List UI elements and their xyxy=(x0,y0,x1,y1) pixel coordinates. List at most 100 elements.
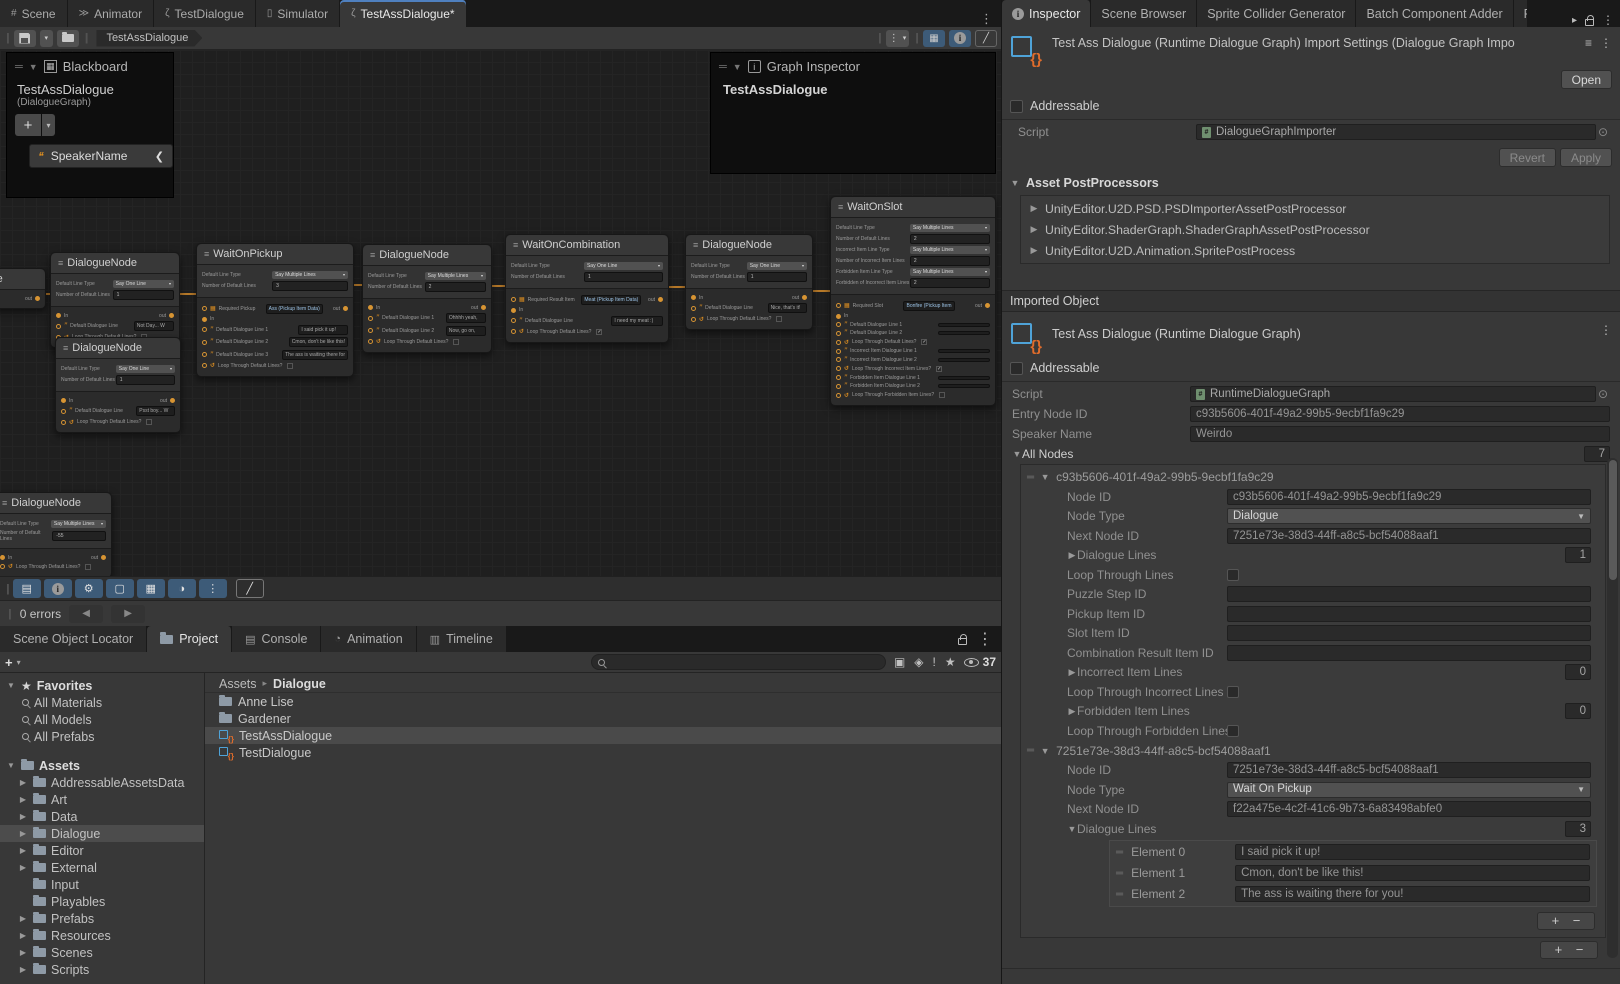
object-value[interactable]: Bonfire (Pickup Item xyxy=(903,301,954,311)
property-input[interactable]: -55 xyxy=(52,531,106,541)
field-value[interactable] xyxy=(938,323,990,327)
addressable-checkbox[interactable] xyxy=(1010,362,1023,375)
save-button[interactable] xyxy=(14,30,36,47)
field-value[interactable]: Not Day... W xyxy=(134,321,174,331)
graph-node-waitonslot[interactable]: ≡WaitOnSlotDefault Line TypeSay Multiple… xyxy=(830,196,996,406)
blackboard-property-speakername[interactable]: ‘‘ SpeakerName ❮ xyxy=(29,144,173,168)
value-port[interactable] xyxy=(202,363,207,368)
foldout-triangle-icon[interactable]: ▶ xyxy=(18,914,28,923)
input-port[interactable] xyxy=(56,313,61,318)
drag-handle-icon[interactable]: ═ xyxy=(1027,745,1034,756)
package-icon[interactable]: ◈ xyxy=(914,655,923,669)
tree-folder-editor[interactable]: ▶Editor xyxy=(0,842,204,859)
value-port[interactable] xyxy=(836,366,841,371)
value-port[interactable] xyxy=(511,329,516,334)
value-field[interactable] xyxy=(1227,606,1591,622)
foldout-triangle-icon[interactable]: ▶ xyxy=(18,846,28,855)
field-value[interactable]: Cmon, don't be like this! xyxy=(289,337,348,347)
output-port[interactable] xyxy=(658,297,663,302)
node-foldout-header[interactable]: ═▼c93b5606-401f-49a2-99b5-9ecbf1fa9c29 xyxy=(1021,467,1605,487)
value-port[interactable] xyxy=(368,316,373,321)
element-value-field[interactable]: I said pick it up! xyxy=(1235,844,1590,860)
alert-icon[interactable]: ! xyxy=(933,655,936,669)
foldout-triangle-icon[interactable]: ▶ xyxy=(1029,203,1039,214)
window-button[interactable]: ▢ xyxy=(106,579,134,598)
property-dropdown[interactable]: Say Multiple Lines▾ xyxy=(272,271,348,279)
file-annelise[interactable]: Anne Lise xyxy=(205,693,1001,710)
dock-kebab-icon[interactable]: ⋮ xyxy=(977,629,993,649)
inspector-tab-scenebrowser[interactable]: Scene Browser xyxy=(1091,0,1197,27)
panel-drag-handle[interactable]: ═ xyxy=(15,61,23,73)
value-port[interactable] xyxy=(0,564,5,569)
property-dropdown[interactable]: Say One Line▾ xyxy=(116,365,175,373)
tree-folder-prefabs[interactable]: ▶Prefabs xyxy=(0,910,204,927)
property-input[interactable]: 2 xyxy=(425,282,486,292)
collapse-triangle-icon[interactable]: ▼ xyxy=(29,62,38,72)
save-dropdown-button[interactable]: ▾ xyxy=(40,30,53,47)
value-field[interactable]: c93b5606-401f-49a2-99b5-9ecbf1fa9c29 xyxy=(1227,489,1591,505)
value-port[interactable] xyxy=(56,324,61,329)
checkbox[interactable] xyxy=(939,392,945,398)
node-collapse-icon[interactable]: ≡ xyxy=(838,202,843,212)
minimap-toggle-button[interactable]: ╱ xyxy=(975,30,997,47)
speaker-name-field[interactable]: Weirdo xyxy=(1190,426,1610,442)
node-collapse-icon[interactable]: ≡ xyxy=(370,250,375,260)
array-size-field[interactable]: 3 xyxy=(1565,821,1591,837)
next-error-button[interactable]: ▶ xyxy=(111,605,145,623)
checkbox[interactable] xyxy=(146,419,152,425)
checkbox[interactable] xyxy=(287,363,293,369)
breadcrumb-assets[interactable]: Assets xyxy=(219,677,257,691)
script-field[interactable]: # DialogueGraphImporter xyxy=(1196,124,1596,140)
postprocessor-item[interactable]: ▶UnityEditor.ShaderGraph.ShaderGraphAsse… xyxy=(1021,219,1609,240)
tree-folder-playables[interactable]: Playables xyxy=(0,893,204,910)
graph-node-dialoguenode[interactable]: ≡DialogueNodeDefault Line TypeSay Multip… xyxy=(362,244,492,353)
value-port[interactable] xyxy=(691,306,696,311)
checkbox[interactable] xyxy=(85,564,91,570)
file-testassdialogue[interactable]: {}TestAssDialogue xyxy=(205,727,1001,744)
output-port[interactable] xyxy=(985,303,990,308)
lock-icon[interactable] xyxy=(958,638,967,645)
checkbox[interactable]: ✓ xyxy=(596,329,602,335)
add-element-button[interactable]: + xyxy=(1552,913,1560,928)
input-port[interactable] xyxy=(836,314,841,319)
tab-scene[interactable]: #Scene xyxy=(0,0,68,27)
create-asset-button[interactable]: + xyxy=(5,655,13,670)
panel-button[interactable]: ▦ xyxy=(137,579,165,598)
add-element-button[interactable]: + xyxy=(1555,942,1563,957)
foldout-triangle-icon[interactable]: ▶ xyxy=(18,863,28,872)
property-input[interactable]: 3 xyxy=(272,281,348,291)
header-kebab-icon[interactable]: ⋮ xyxy=(1600,323,1612,353)
value-port[interactable] xyxy=(836,322,841,327)
foldout-triangle-icon[interactable]: ▼ xyxy=(1012,449,1022,459)
lock-icon[interactable] xyxy=(1585,19,1594,26)
tree-folder-art[interactable]: ▶Art xyxy=(0,791,204,808)
breadcrumb[interactable]: TestAssDialogue xyxy=(96,30,202,47)
graph-inspector-toggle-button[interactable]: i xyxy=(949,30,971,47)
tab-simulator[interactable]: ▯Simulator xyxy=(256,0,340,27)
statusbar-drag-handle[interactable]: || xyxy=(6,608,12,620)
field-value[interactable]: Ohhhh yeah, xyxy=(446,313,486,323)
output-port[interactable] xyxy=(481,305,486,310)
tab-testdialogue[interactable]: ζTestDialogue xyxy=(154,0,256,27)
output-port[interactable] xyxy=(343,306,348,311)
checkbox[interactable]: ✓ xyxy=(921,339,927,345)
value-field[interactable]: f22a475e-4c2f-41c6-9b73-6a83498abfe0 xyxy=(1227,801,1591,817)
tree-folder-dialogue[interactable]: ▶Dialogue xyxy=(0,825,204,842)
value-port[interactable] xyxy=(511,318,516,323)
open-button[interactable]: Open xyxy=(1561,70,1612,89)
all-nodes-count-field[interactable]: 7 xyxy=(1584,446,1610,462)
eye-icon[interactable] xyxy=(964,658,979,667)
inspector-tab-batchcomponentadder[interactable]: Batch Component Adder xyxy=(1356,0,1513,27)
tree-folder-data[interactable]: ▶Data xyxy=(0,808,204,825)
info-button[interactable]: i xyxy=(44,579,72,598)
value-port[interactable] xyxy=(202,306,207,311)
field-value[interactable] xyxy=(938,349,990,353)
foldout-triangle-icon[interactable]: ▶ xyxy=(1067,667,1077,678)
value-port[interactable] xyxy=(202,340,207,345)
tree-folder-external[interactable]: ▶External xyxy=(0,859,204,876)
value-port[interactable] xyxy=(511,297,516,302)
field-value[interactable]: I need my meat :) xyxy=(611,316,663,326)
checkbox[interactable] xyxy=(1227,725,1239,737)
value-port[interactable] xyxy=(691,317,696,322)
drag-handle-icon[interactable]: ═ xyxy=(1116,889,1123,900)
